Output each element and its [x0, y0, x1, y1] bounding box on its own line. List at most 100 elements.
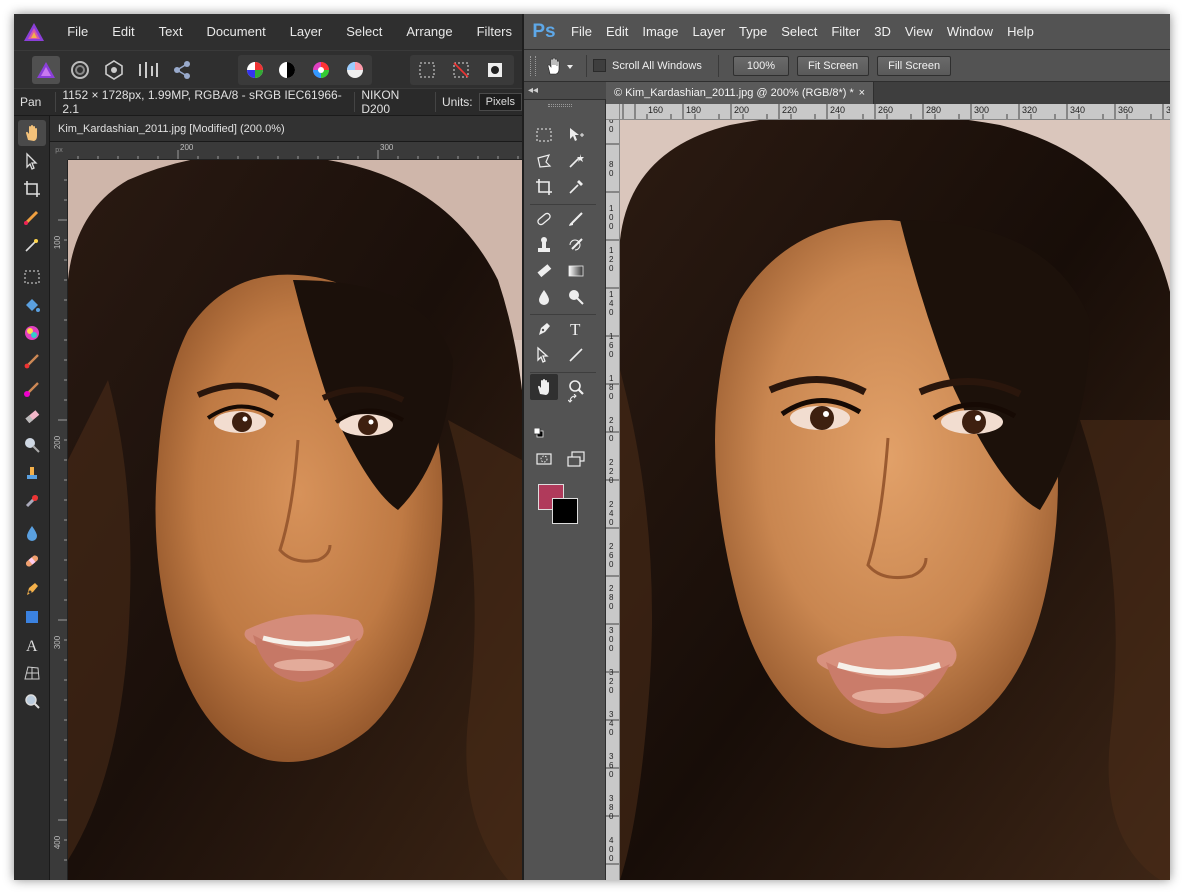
ruler-label: 3 0 0 — [609, 626, 614, 653]
vertical-ruler[interactable]: 6 0 8 0 1 0 0 1 2 0 1 4 0 1 6 0 1 8 0 2 … — [606, 120, 620, 880]
menu-filters[interactable]: Filters — [467, 14, 522, 50]
develop-persona-icon[interactable] — [100, 56, 128, 84]
zoom-100-button[interactable]: 100% — [732, 55, 789, 76]
white-balance-icon[interactable] — [342, 58, 368, 82]
scroll-all-windows-checkbox[interactable] — [593, 59, 606, 72]
pen-tool-icon[interactable] — [530, 316, 558, 342]
lasso-tool-icon[interactable] — [530, 148, 558, 174]
selection-brush-icon[interactable] — [18, 204, 46, 230]
menu-file[interactable]: File — [564, 14, 599, 50]
eraser-tool-icon[interactable] — [18, 404, 46, 430]
move-tool-icon[interactable] — [18, 148, 46, 174]
paint-brush-icon[interactable] — [18, 348, 46, 374]
dodge-tool-icon[interactable] — [18, 432, 46, 458]
invert-selection-icon[interactable] — [482, 58, 508, 82]
tool-preset-picker[interactable] — [540, 53, 580, 79]
menu-document[interactable]: Document — [196, 14, 275, 50]
eraser-tool-icon[interactable] — [530, 258, 558, 284]
tab-close-button[interactable]: × — [859, 82, 865, 104]
document-tab[interactable]: © Kim_Kardashian_2011.jpg @ 200% (RGB/8*… — [606, 82, 874, 104]
fit-screen-button[interactable]: Fit Screen — [797, 55, 870, 76]
affinity-image-canvas[interactable] — [68, 160, 522, 880]
text-tool-icon[interactable]: A — [18, 632, 46, 658]
liquify-persona-icon[interactable] — [66, 56, 94, 84]
tone-mapping-persona-icon[interactable] — [134, 56, 162, 84]
panel-grip[interactable] — [548, 104, 572, 107]
document-title[interactable]: Kim_Kardashian_2011.jpg [Modified] (200.… — [50, 116, 522, 142]
menu-view[interactable]: View — [898, 14, 940, 50]
gradient-tool-icon[interactable] — [562, 258, 590, 284]
menu-window[interactable]: Window — [940, 14, 1000, 50]
hand-tool-icon[interactable] — [18, 120, 46, 146]
horizontal-ruler[interactable]: 160 180 200 220 240 260 280 300 320 340 … — [620, 104, 1170, 120]
move-tool-icon[interactable] — [562, 122, 590, 148]
menu-select[interactable]: Select — [336, 14, 392, 50]
color-replacement-icon[interactable] — [18, 376, 46, 402]
path-selection-icon[interactable] — [530, 342, 558, 368]
swap-colors-icon[interactable] — [568, 394, 578, 404]
black-white-icon[interactable] — [274, 58, 300, 82]
options-grip[interactable] — [530, 55, 536, 76]
photoshop-image-canvas[interactable] — [620, 120, 1170, 880]
menu-edit[interactable]: Edit — [599, 14, 635, 50]
select-all-icon[interactable] — [414, 58, 440, 82]
photo-persona-icon[interactable] — [32, 56, 60, 84]
hsl-icon[interactable] — [308, 58, 334, 82]
blemish-tool-icon[interactable] — [18, 488, 46, 514]
menu-file[interactable]: File — [57, 14, 98, 50]
flood-select-icon[interactable] — [18, 232, 46, 258]
brush-tool-icon[interactable] — [562, 206, 590, 232]
zoom-tool-icon[interactable] — [18, 688, 46, 714]
blur-brush-icon[interactable] — [18, 520, 46, 546]
menu-text[interactable]: Text — [149, 14, 193, 50]
deselect-icon[interactable] — [448, 58, 474, 82]
document-tab-title: © Kim_Kardashian_2011.jpg @ 200% (RGB/8*… — [614, 87, 854, 99]
default-colors-icon[interactable] — [534, 428, 544, 438]
ruler-label: 2 4 0 — [609, 500, 614, 527]
clone-tool-icon[interactable] — [18, 460, 46, 486]
clone-stamp-icon[interactable] — [530, 232, 558, 258]
menu-layer[interactable]: Layer — [280, 14, 333, 50]
type-tool-icon[interactable]: T — [562, 316, 590, 342]
photoshop-logo[interactable]: Ps — [524, 14, 564, 50]
units-dropdown[interactable]: Pixels — [478, 93, 522, 111]
export-persona-icon[interactable] — [168, 56, 196, 84]
menu-select[interactable]: Select — [774, 14, 824, 50]
rectangular-marquee-icon[interactable] — [530, 122, 558, 148]
menu-filter[interactable]: Filter — [824, 14, 867, 50]
levels-icon[interactable] — [242, 58, 268, 82]
dodge-tool-icon[interactable] — [562, 284, 590, 310]
fill-screen-button[interactable]: Fill Screen — [877, 55, 952, 76]
tools-panel-header[interactable]: ◂◂ — [524, 82, 606, 100]
horizontal-ruler[interactable]: 200 300 — [68, 142, 522, 160]
magic-wand-icon[interactable] — [562, 148, 590, 174]
screen-mode-icon[interactable] — [562, 446, 590, 472]
hand-tool-icon[interactable] — [530, 374, 558, 400]
background-color-swatch[interactable] — [552, 498, 578, 524]
gradient-tool-icon[interactable] — [18, 320, 46, 346]
menu-layer[interactable]: Layer — [686, 14, 733, 50]
menu-help[interactable]: Help — [1000, 14, 1041, 50]
menu-type[interactable]: Type — [732, 14, 774, 50]
quick-mask-icon[interactable] — [530, 446, 558, 472]
mesh-warp-icon[interactable] — [18, 660, 46, 686]
history-brush-icon[interactable] — [562, 232, 590, 258]
menu-edit[interactable]: Edit — [102, 14, 144, 50]
pen-tool-icon[interactable] — [18, 576, 46, 602]
crop-tool-icon[interactable] — [530, 174, 558, 200]
vertical-ruler[interactable]: 100 200 300 400 — [50, 160, 68, 880]
eyedropper-tool-icon[interactable] — [562, 174, 590, 200]
affinity-logo-icon[interactable] — [14, 14, 53, 50]
flood-fill-icon[interactable] — [18, 292, 46, 318]
menu-image[interactable]: Image — [635, 14, 685, 50]
marquee-tool-icon[interactable] — [18, 264, 46, 290]
ruler-origin[interactable] — [606, 104, 620, 120]
spot-healing-icon[interactable] — [530, 206, 558, 232]
menu-arrange[interactable]: Arrange — [396, 14, 462, 50]
line-tool-icon[interactable] — [562, 342, 590, 368]
healing-brush-icon[interactable] — [18, 548, 46, 574]
blur-tool-icon[interactable] — [530, 284, 558, 310]
rectangle-tool-icon[interactable] — [18, 604, 46, 630]
crop-tool-icon[interactable] — [18, 176, 46, 202]
menu-3d[interactable]: 3D — [867, 14, 898, 50]
